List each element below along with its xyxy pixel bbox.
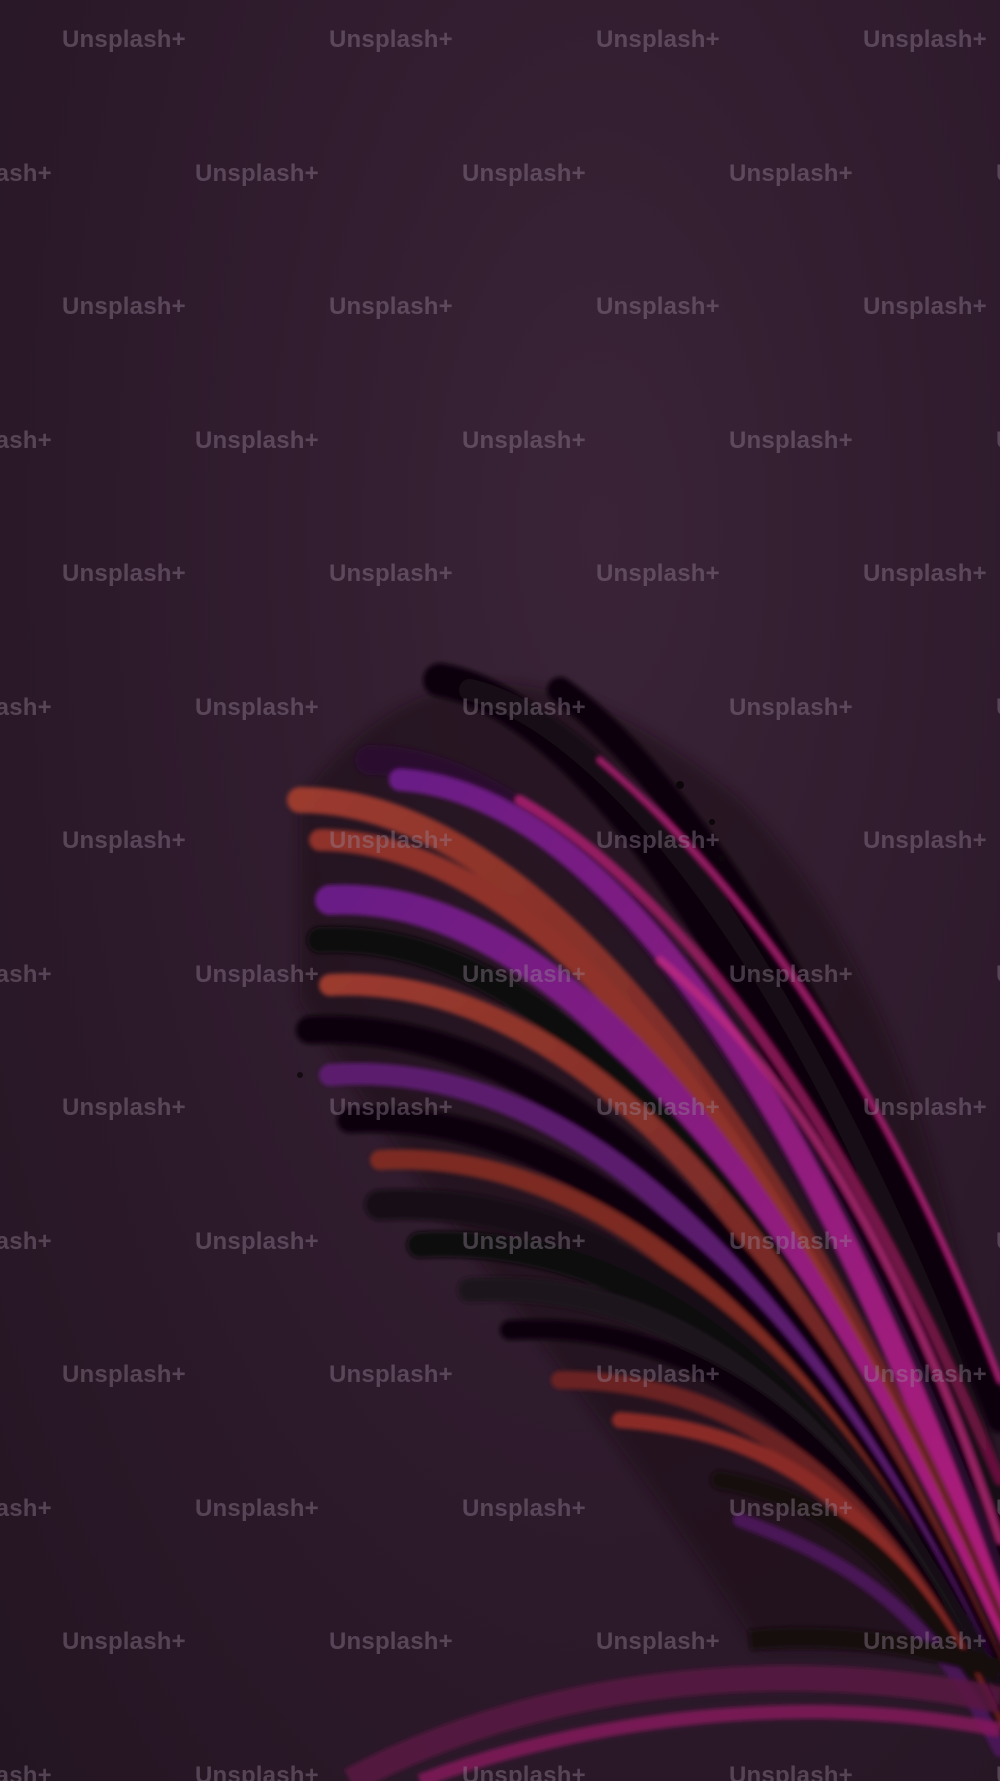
photo-canvas: Unsplash+Unsplash+Unsplash+Unsplash+Unsp… [0, 0, 1000, 1781]
feather-paint-artwork [287, 663, 1000, 1781]
